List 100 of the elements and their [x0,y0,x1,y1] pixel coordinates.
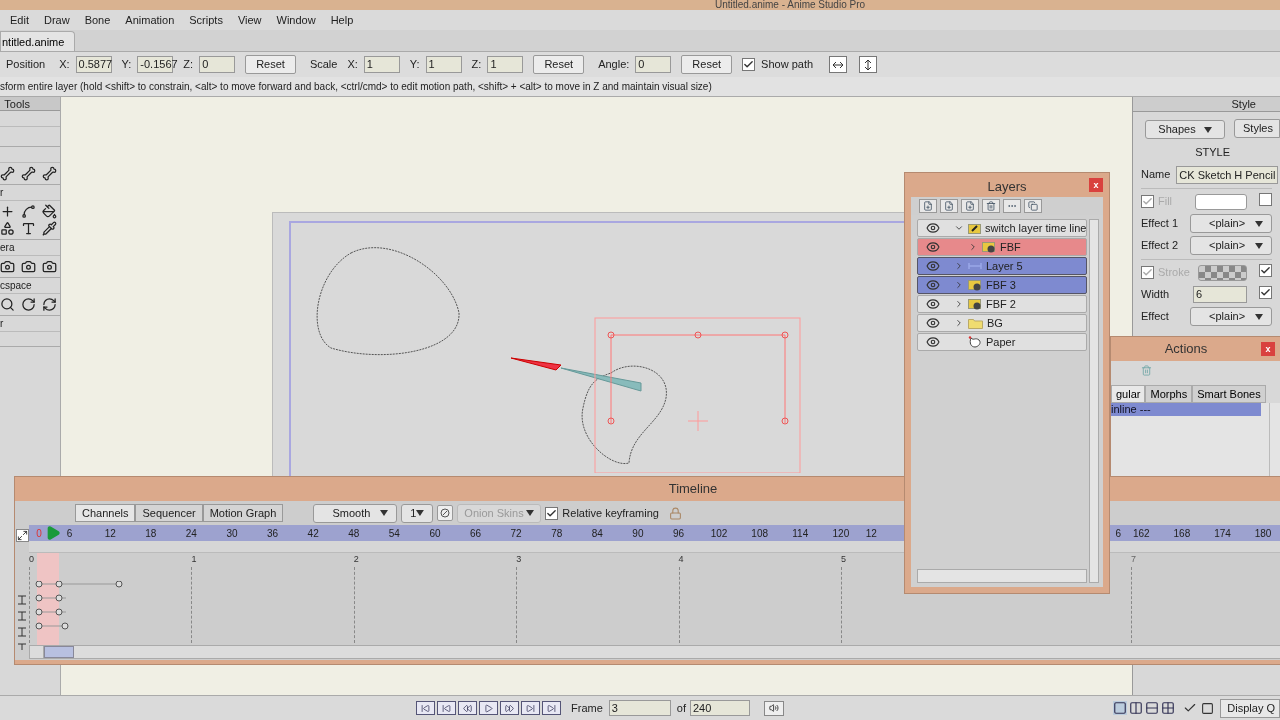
total-frames-field[interactable]: 240 [689,700,750,716]
layer-row[interactable]: FBF 2 [917,295,1088,313]
reset-button[interactable]: Reset [681,55,733,74]
checkbox[interactable] [1259,264,1272,278]
last-frame-icon[interactable] [542,701,561,715]
input-field[interactable]: 1 [487,56,524,73]
visibility-icon[interactable] [926,297,940,311]
shapes-button[interactable]: Shapes [1145,120,1225,139]
menu-item[interactable]: Edit [10,11,29,29]
menu-item[interactable]: View [237,11,262,29]
cycle-dropdown[interactable]: 1 [401,503,434,523]
fill-swatch[interactable] [1194,193,1247,210]
fast-forward-icon[interactable] [500,701,519,715]
visibility-icon[interactable] [926,221,940,235]
menu-item[interactable]: Scripts [189,11,223,29]
horizontal-scrollbar[interactable] [917,569,1088,583]
menu-item[interactable]: Animation [125,11,175,29]
reset-button[interactable]: Reset [533,55,585,74]
single-view-icon[interactable] [1113,701,1128,715]
close-button[interactable]: x [1261,342,1275,356]
tab[interactable]: Motion Graph [202,504,284,522]
checkbox[interactable] [1141,195,1154,208]
action-item[interactable]: inline --- [1111,403,1261,416]
name-field[interactable]: CK Sketch H Pencil [1176,165,1279,184]
add-layer-icon[interactable] [940,199,958,213]
menu-item[interactable]: Draw [43,11,70,29]
more-icon[interactable] [1003,199,1021,213]
check-icon[interactable] [1183,701,1198,715]
split-rows-icon[interactable] [1145,701,1160,715]
add-layer-icon[interactable] [961,199,979,213]
onion-icon[interactable] [437,505,454,521]
curve-icon[interactable] [21,204,36,219]
bucket-icon[interactable] [42,204,57,219]
bone-icon[interactable] [42,166,57,181]
first-frame-icon[interactable] [416,701,435,715]
checkbox[interactable] [1141,266,1154,279]
width-field[interactable]: 6 [1193,286,1247,303]
checkbox[interactable] [545,506,559,520]
effect-dropdown[interactable]: <plain> [1190,214,1272,233]
layer-row[interactable]: Paper [917,333,1088,351]
vertical-scrollbar[interactable] [1089,219,1099,583]
input-field[interactable]: 1 [425,56,462,73]
document-tab[interactable]: ntitled.anime [0,31,76,51]
effect-dropdown[interactable]: <plain> [1190,307,1272,326]
flip-horizontal-button[interactable] [829,56,848,73]
next-keyframe-icon[interactable] [521,701,540,715]
input-field[interactable]: 0.5877 [75,56,112,73]
grid-view-icon[interactable] [1161,701,1176,715]
menu-item[interactable]: Help [330,11,354,29]
close-button[interactable]: x [1089,178,1103,192]
visibility-icon[interactable] [926,335,940,349]
search-icon[interactable] [0,297,15,312]
layer-row[interactable]: FBF 3 [917,276,1088,294]
split-columns-icon[interactable] [1129,701,1144,715]
shapes-icon[interactable] [0,221,15,236]
layer-row[interactable]: switch layer time line [917,219,1088,237]
previous-keyframe-icon[interactable] [437,701,456,715]
tab[interactable]: Channels [75,504,136,522]
frame-field[interactable]: 3 [608,700,671,716]
checkbox[interactable] [1259,192,1272,206]
input-field[interactable]: 1 [363,56,400,73]
visibility-icon[interactable] [926,278,940,292]
bone-icon[interactable] [21,166,36,181]
visibility-icon[interactable] [926,240,940,254]
trash-icon[interactable] [982,199,1000,213]
interpolation-dropdown[interactable]: Smooth [313,503,398,523]
styles-button[interactable]: Styles [1234,119,1280,138]
new-layer-icon[interactable] [919,199,937,213]
visibility-icon[interactable] [926,259,940,273]
tab[interactable]: gular [1111,385,1146,403]
refresh-icon[interactable] [42,297,57,312]
frame-icon[interactable] [1201,701,1215,715]
copy-icon[interactable] [1024,199,1042,213]
text-icon[interactable] [21,221,36,236]
camera-icon[interactable] [0,259,15,274]
menu-item[interactable]: Window [276,11,316,29]
layer-row[interactable]: Layer 5 [917,257,1088,275]
layer-row[interactable]: BG [917,314,1088,332]
expand-icon[interactable] [15,529,29,542]
camera-icon[interactable] [21,259,36,274]
input-field[interactable]: 0 [199,56,236,73]
input-field[interactable]: 0 [635,56,672,73]
play-icon[interactable] [479,701,498,715]
reset-button[interactable]: Reset [245,55,296,74]
tab[interactable]: Sequencer [135,504,203,522]
tab[interactable]: Morphs [1145,385,1193,403]
checkbox[interactable] [1259,286,1272,300]
stroke-swatch[interactable] [1198,264,1247,281]
layer-row[interactable]: FBF [917,238,1088,256]
camera-icon[interactable] [42,259,57,274]
horizontal-scrollbar[interactable] [29,645,1280,659]
sound-icon[interactable] [763,700,784,716]
visibility-icon[interactable] [926,316,940,330]
effect-dropdown[interactable]: <plain> [1190,236,1272,255]
rewind-icon[interactable] [458,701,477,715]
rotate-icon[interactable] [21,297,36,312]
checkbox[interactable] [742,58,756,71]
menu-item[interactable]: Bone [84,11,111,29]
plus-icon[interactable] [0,204,15,219]
tab[interactable]: Smart Bones [1192,385,1266,403]
